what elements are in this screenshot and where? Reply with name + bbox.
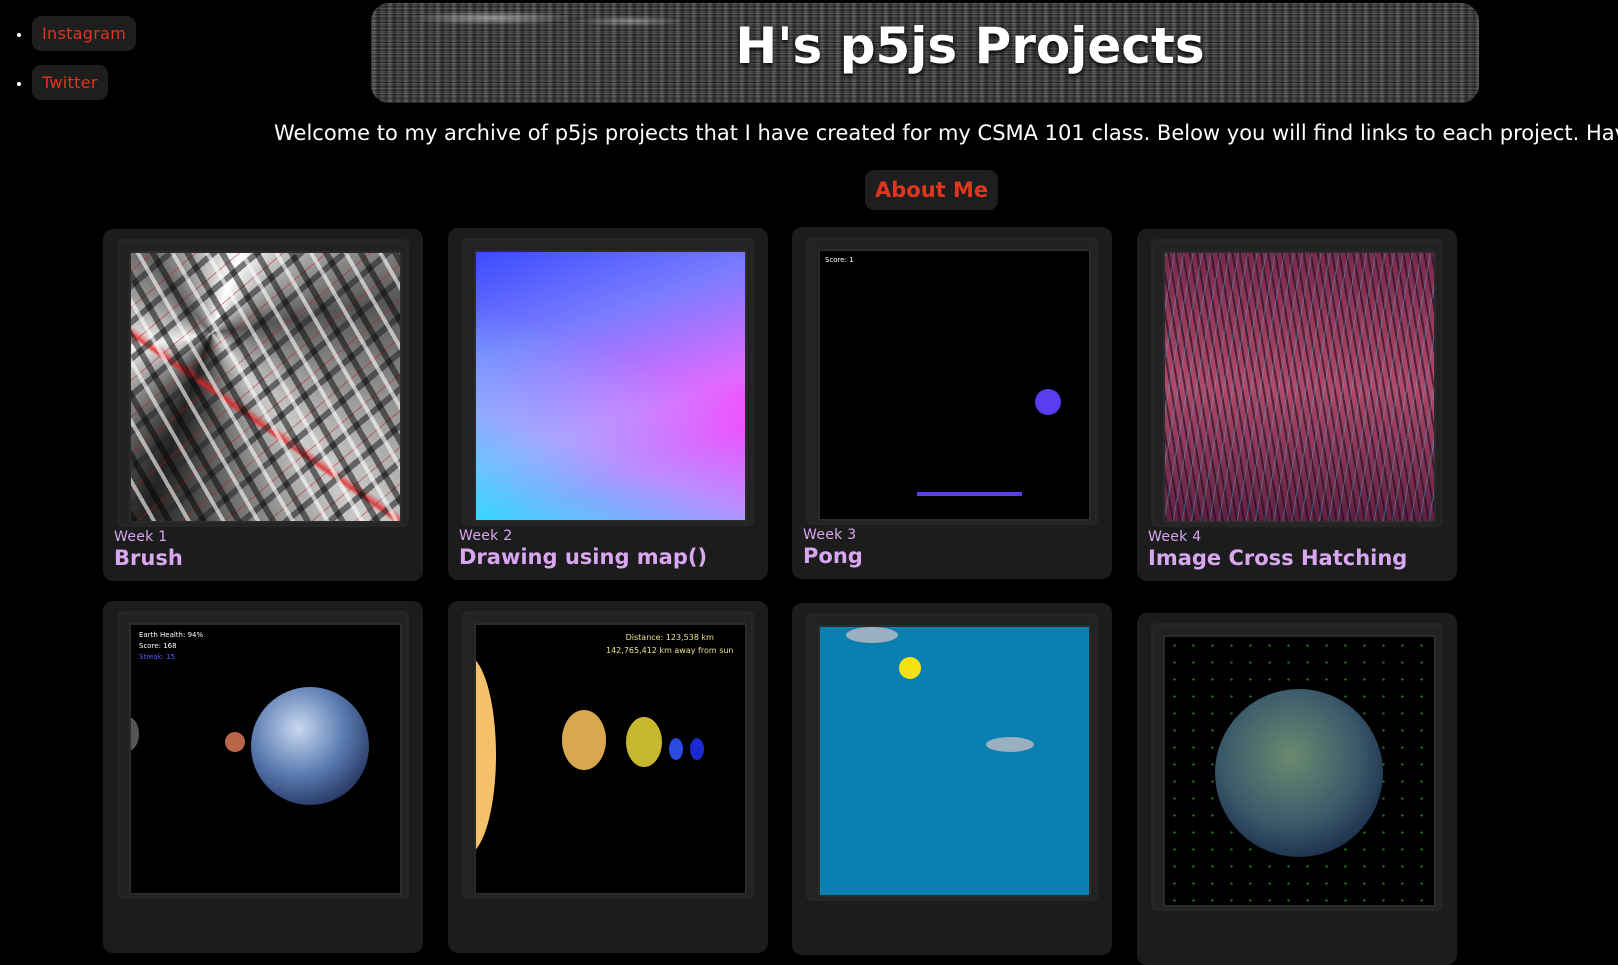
moon-shape (131, 717, 139, 751)
cloud-shape (986, 737, 1034, 752)
thumbnail-frame (1151, 239, 1443, 527)
project-thumbnail[interactable] (1163, 251, 1436, 523)
hud-streak: Streak: 15 (139, 653, 176, 661)
thumbnail-frame (806, 613, 1098, 901)
project-week: Week 3 (803, 527, 857, 543)
thumbnail-frame: Distance: 123,538 km 142,765,412 km away… (462, 611, 754, 899)
project-title[interactable]: Brush (114, 546, 183, 570)
earth-shape (251, 687, 369, 805)
planet-shape (690, 738, 704, 760)
instagram-link[interactable]: Instagram (32, 16, 137, 51)
welcome-text: Welcome to my archive of p5js projects t… (274, 121, 1618, 145)
project-card-week-2[interactable]: Week 2 Drawing using map() (448, 228, 768, 580)
cloud-shape (846, 627, 898, 643)
distance-readout: Distance: 123,538 km 142,765,412 km away… (606, 631, 734, 657)
project-card-week-5[interactable]: Earth Health: 94% Score: 168 Streak: 15 (103, 601, 423, 953)
project-card-week-6[interactable]: Distance: 123,538 km 142,765,412 km away… (448, 601, 768, 953)
project-title[interactable]: Drawing using map() (459, 545, 707, 569)
social-links: Instagram Twitter (0, 16, 137, 114)
project-card-week-4[interactable]: Week 4 Image Cross Hatching (1137, 229, 1457, 581)
mars-shape (225, 732, 245, 752)
sun-shape (476, 655, 496, 855)
project-thumbnail[interactable] (1163, 635, 1436, 907)
about-me-button[interactable]: About Me (865, 170, 999, 210)
distance-sun-line: 142,765,412 km away from sun (606, 646, 734, 655)
planet-shape (626, 717, 662, 767)
pong-paddle (917, 492, 1022, 496)
planet-shape (669, 738, 683, 760)
planet-shape (562, 710, 606, 770)
project-thumbnail[interactable] (474, 250, 747, 522)
sun-shape (899, 657, 921, 679)
hud-health: Earth Health: 94% (139, 631, 204, 639)
project-week: Week 2 (459, 528, 513, 544)
project-week: Week 1 (114, 529, 168, 545)
twitter-link[interactable]: Twitter (32, 65, 108, 100)
project-thumbnail[interactable]: Distance: 123,538 km 142,765,412 km away… (474, 623, 747, 895)
project-week: Week 4 (1148, 529, 1202, 545)
hud-score: Score: 168 (139, 642, 177, 650)
project-card-week-3[interactable]: Score: 1 Week 3 Pong (792, 227, 1112, 579)
project-card-week-8[interactable] (1137, 613, 1457, 965)
page-title: H's p5js Projects (735, 17, 1205, 75)
thumbnail-frame: Score: 1 (806, 237, 1098, 525)
social-item: Twitter (32, 65, 136, 100)
header-banner: H's p5js Projects (371, 3, 1479, 103)
project-thumbnail[interactable]: Earth Health: 94% Score: 168 Streak: 15 (129, 623, 402, 895)
thumbnail-frame: Earth Health: 94% Score: 168 Streak: 15 (117, 611, 409, 899)
pong-ball (1035, 389, 1061, 415)
globe-shape (1215, 689, 1383, 857)
game-hud: Earth Health: 94% Score: 168 Streak: 15 (139, 630, 203, 663)
project-title[interactable]: Image Cross Hatching (1148, 546, 1407, 570)
project-thumbnail[interactable] (818, 625, 1091, 897)
project-title[interactable]: Pong (803, 544, 863, 568)
project-thumbnail[interactable] (129, 251, 402, 523)
project-thumbnail[interactable]: Score: 1 (818, 249, 1091, 521)
thumbnail-frame (462, 238, 754, 526)
distance-line: Distance: 123,538 km (625, 633, 714, 642)
project-card-week-1[interactable]: Week 1 Brush (103, 229, 423, 581)
thumbnail-frame (117, 239, 409, 527)
social-item: Instagram (32, 16, 137, 51)
thumbnail-frame (1151, 623, 1443, 911)
project-card-week-7[interactable] (792, 603, 1112, 955)
pong-score: Score: 1 (825, 256, 854, 264)
